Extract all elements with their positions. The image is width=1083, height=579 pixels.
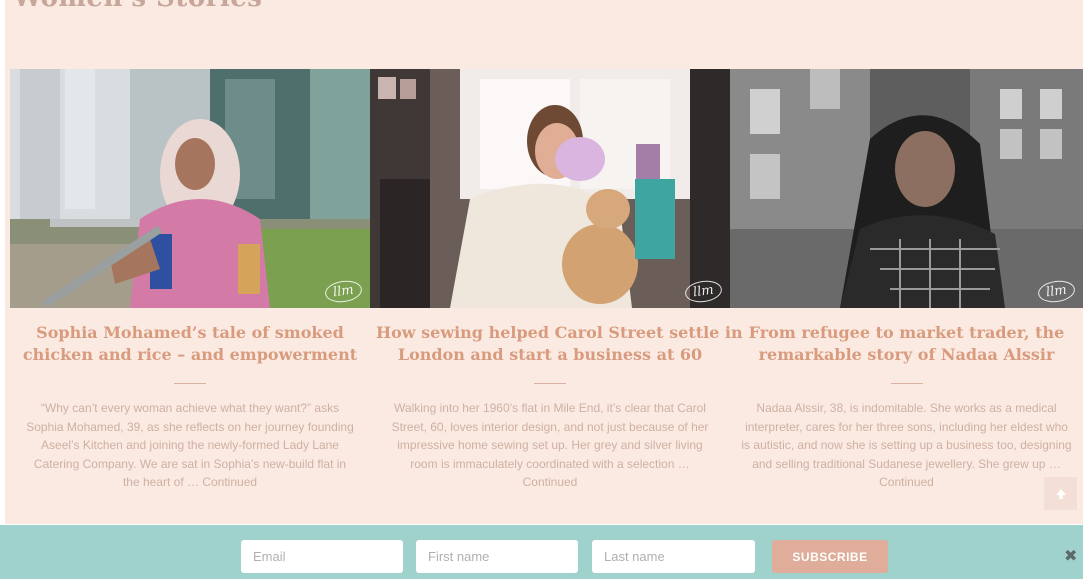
story-title: How sewing helped Carol Street settle in… (376, 322, 743, 370)
excerpt-line: Aseel’s Kitchen and joining the newly-fo… (41, 438, 339, 452)
story-title-link[interactable]: From refugee to market trader, the remar… (749, 323, 1065, 364)
story-title-line: Sophia Mohamed’s tale of smoked (36, 323, 344, 342)
continued-link[interactable]: Continued (523, 475, 578, 489)
title-divider (890, 383, 923, 384)
excerpt-line: room is immaculately coordinated with a … (410, 456, 690, 471)
womens-stories-section: Women's Stories (5, 0, 1083, 524)
excerpt-line: and selling traditional Sudanese jewelle… (752, 456, 1061, 471)
subscribe-button[interactable]: SUBSCRIBE (772, 540, 888, 573)
story-card: llm Sophia Mohamed’s tale of smoked chic… (10, 69, 370, 499)
story-card: llm How sewing helped Carol Street settl… (370, 69, 743, 499)
excerpt-line: “Why can’t every woman achieve what they… (40, 401, 340, 415)
story-excerpt: Walking into her 1960’s flat in Mile End… (370, 399, 730, 492)
story-title-line: London and start a business at 60 (397, 345, 703, 364)
story-title-line: From refugee to market trader, the (748, 323, 1065, 342)
excerpt-line: Sophia Mohamed, 39, as she reflects on h… (26, 419, 354, 434)
section-heading: Women's Stories (13, 0, 262, 13)
continued-link[interactable]: Continued (202, 475, 257, 489)
story-photo (10, 69, 370, 308)
story-photo-link[interactable]: llm (10, 69, 370, 308)
close-icon[interactable]: ✖ (1064, 545, 1080, 567)
story-title-line: chicken and rice – and empowerment (22, 345, 358, 364)
email-field[interactable] (241, 540, 403, 573)
story-title-line: remarkable story of Nadaa Alssir (758, 345, 1055, 364)
story-excerpt: Nadaa Alssir, 38, is indomitable. She wo… (730, 399, 1083, 492)
story-title: From refugee to market trader, the remar… (736, 322, 1077, 370)
story-photo (370, 69, 730, 308)
excerpt-line: Nadaa Alssir, 38, is indomitable. She wo… (756, 401, 1057, 415)
story-title-line: How sewing helped Carol Street settle in (376, 323, 743, 342)
excerpt-line: interpreter, cares for her three sons, i… (745, 419, 1068, 434)
story-excerpt: “Why can’t every woman achieve what they… (10, 399, 370, 492)
subscribe-bar: SUBSCRIBE ✖ (0, 525, 1083, 579)
excerpt-line: is autistic, and now she is setting up a… (741, 438, 1072, 452)
title-divider (174, 383, 206, 384)
story-photo (730, 69, 1083, 308)
title-divider (534, 383, 566, 384)
back-to-top-button[interactable] (1044, 477, 1077, 510)
last-name-field[interactable] (592, 540, 755, 573)
excerpt-line: Catering Company. We are sat in Sophia’s… (33, 456, 347, 471)
story-title: Sophia Mohamed’s tale of smoked chicken … (16, 322, 364, 370)
arrow-up-icon (1055, 488, 1066, 499)
story-photo-link[interactable]: llm (370, 69, 730, 308)
page: Women's Stories (0, 0, 1083, 579)
excerpt-line: Walking into her 1960’s flat in Mile End… (394, 401, 706, 415)
excerpt-line: the heart of … (122, 475, 199, 489)
continued-link[interactable]: Continued (879, 475, 934, 489)
story-card: llm From refugee to market trader, the r… (730, 69, 1083, 499)
story-photo-link[interactable]: llm (730, 69, 1083, 308)
story-title-link[interactable]: Sophia Mohamed’s tale of smoked chicken … (23, 323, 357, 364)
story-title-link[interactable]: How sewing helped Carol Street settle in… (376, 323, 743, 364)
first-name-field[interactable] (416, 540, 578, 573)
excerpt-line: impressive home sewing set up. Her grey … (397, 438, 703, 452)
excerpt-line: Street, 60, loves interior design, and n… (391, 419, 709, 434)
